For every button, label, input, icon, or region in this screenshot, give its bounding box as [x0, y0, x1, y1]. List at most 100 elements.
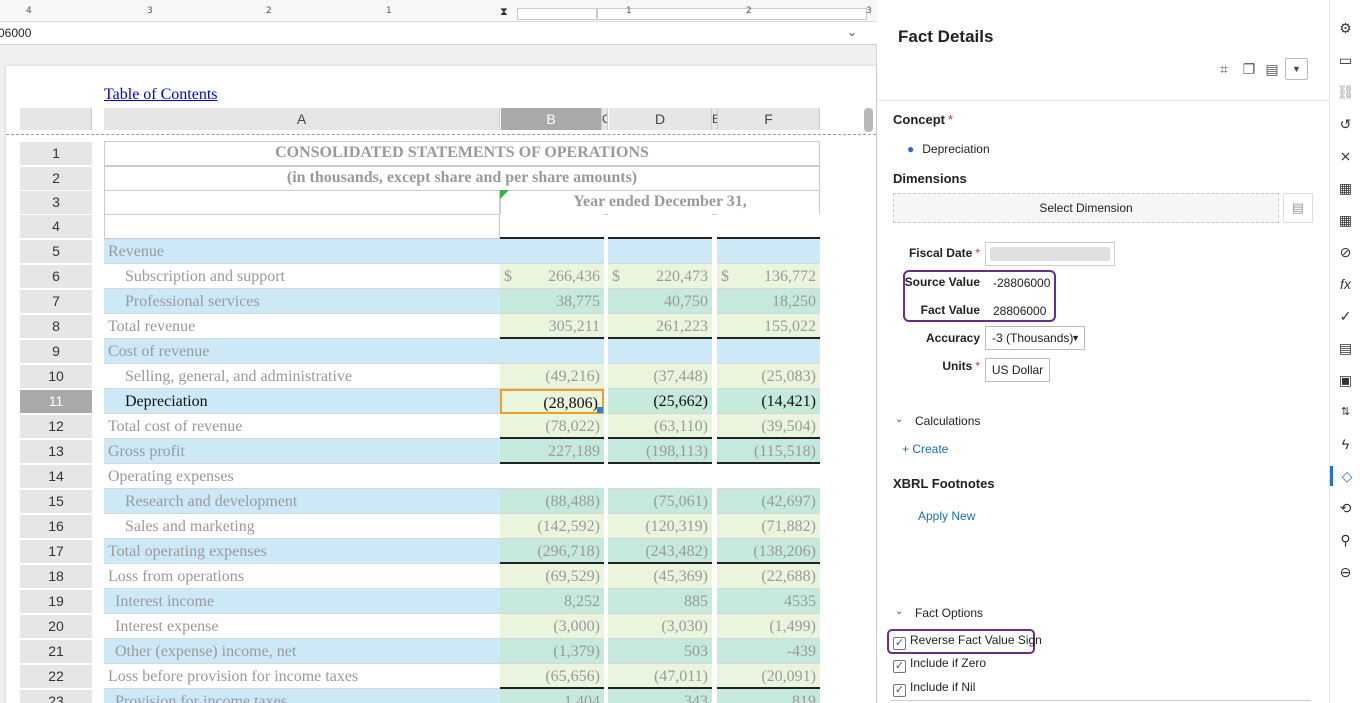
row-label[interactable]: Interest income — [104, 589, 500, 614]
row-label[interactable]: Depreciation — [104, 389, 500, 414]
cell-f[interactable]: 4535 — [717, 589, 820, 614]
more-options-button[interactable]: ▼ — [1285, 58, 1308, 80]
check-circle-icon[interactable]: ✓ — [1330, 306, 1360, 326]
checkbox-checked-icon[interactable]: ✓ — [893, 684, 906, 697]
concept-value[interactable]: ● Depreciation — [907, 142, 990, 156]
cell-d[interactable] — [608, 339, 712, 364]
row-header[interactable]: 18 — [20, 565, 92, 588]
cell-b[interactable]: (69,529) — [500, 564, 604, 589]
link-icon[interactable]: ⛓ — [1330, 82, 1360, 102]
cell-b[interactable] — [500, 339, 604, 364]
cell-f[interactable] — [717, 339, 820, 364]
lightning-icon[interactable]: ϟ — [1330, 434, 1360, 454]
row-label[interactable]: Total operating expenses — [104, 539, 500, 564]
cell-b[interactable]: (49,216) — [500, 364, 604, 389]
row-header[interactable]: 22 — [20, 665, 92, 688]
row-label[interactable]: Loss from operations — [104, 564, 500, 589]
cell-b[interactable]: (142,592) — [500, 514, 604, 539]
cell-b[interactable]: 8,252 — [500, 589, 604, 614]
cell-d[interactable]: 261,223 — [608, 314, 712, 339]
cell-d[interactable]: (25,662) — [608, 389, 712, 414]
cell-f[interactable]: (42,697) — [717, 489, 820, 514]
row4-b[interactable] — [500, 214, 604, 239]
row-header[interactable]: 10 — [20, 365, 92, 388]
cell-b[interactable] — [500, 239, 604, 264]
column-header-f[interactable]: F — [718, 108, 820, 130]
clipboard-icon[interactable]: ▤ — [1263, 60, 1281, 78]
row-label[interactable]: Operating expenses — [104, 464, 500, 489]
row-label[interactable]: Sales and marketing — [104, 514, 500, 539]
location-icon[interactable]: ⚲ — [1330, 530, 1360, 550]
cell-f[interactable]: (71,882) — [717, 514, 820, 539]
row-header[interactable]: 7 — [20, 290, 92, 313]
cell-d[interactable]: 503 — [608, 639, 712, 664]
chevron-down-icon[interactable]: ⌄ — [895, 414, 903, 425]
table-fx-icon[interactable]: ▦ — [1330, 178, 1360, 198]
row-label[interactable]: Total revenue — [104, 314, 500, 339]
accuracy-select[interactable]: -3 (Thousands) ▼ — [985, 326, 1085, 350]
row-header[interactable]: 14 — [20, 465, 92, 488]
scrollbar-thumb[interactable] — [864, 108, 873, 132]
cell-b[interactable] — [500, 464, 604, 489]
cell-b[interactable]: 227,189 — [500, 439, 604, 464]
cell-f[interactable]: 155,022 — [717, 314, 820, 339]
row-label[interactable]: Revenue — [104, 239, 500, 264]
row-label[interactable]: Research and development — [104, 489, 500, 514]
row-header[interactable]: 13 — [20, 440, 92, 463]
checkbox-checked-icon[interactable]: ✓ — [893, 660, 906, 673]
include-if-zero-option[interactable]: ✓ Include if Zero — [893, 656, 986, 674]
corner-header[interactable] — [20, 108, 92, 130]
row-header[interactable]: 20 — [20, 615, 92, 638]
row-label[interactable]: Gross profit — [104, 439, 500, 464]
row-label[interactable]: Total cost of revenue — [104, 414, 500, 439]
clipboard-icon[interactable]: ▤ — [1283, 193, 1313, 223]
table-of-contents-link[interactable]: Table of Contents — [104, 86, 218, 104]
row4-f[interactable] — [717, 214, 820, 239]
units-field[interactable]: US Dollar — [985, 358, 1050, 382]
layers-icon[interactable]: ▤ — [1330, 338, 1360, 358]
cell-b[interactable]: 1,404 — [500, 689, 604, 703]
column-header-a[interactable]: A — [104, 108, 500, 130]
cell-d[interactable]: (47,011) — [608, 664, 712, 689]
cell-d[interactable] — [608, 464, 712, 489]
row-label[interactable]: Interest expense — [104, 614, 500, 639]
copy-icon[interactable]: ❐ — [1240, 60, 1258, 78]
tag-add-icon[interactable]: ⌗ — [1215, 60, 1233, 78]
row-label[interactable]: Cost of revenue — [104, 339, 500, 364]
cell-d[interactable]: (63,110) — [608, 414, 712, 439]
row-header[interactable]: 21 — [20, 640, 92, 663]
cell-f[interactable] — [717, 464, 820, 489]
cell-f[interactable]: (138,206) — [717, 539, 820, 564]
select-dimension-button[interactable]: Select Dimension — [893, 193, 1279, 223]
row4-d[interactable] — [608, 214, 712, 239]
row-header[interactable]: 16 — [20, 515, 92, 538]
row-label[interactable]: Subscription and support — [104, 264, 500, 289]
function-icon[interactable]: fx — [1330, 274, 1360, 294]
fact-options-label[interactable]: Fact Options — [915, 606, 983, 620]
row-header[interactable]: 4 — [20, 215, 92, 238]
row-header[interactable]: 1 — [20, 142, 92, 165]
chevron-down-icon[interactable]: ⌄ — [847, 25, 857, 39]
cell-b[interactable]: (78,022) — [500, 414, 604, 439]
row-header[interactable]: 6 — [20, 265, 92, 288]
gear-icon[interactable]: ⚙ — [1330, 18, 1360, 38]
cell-d[interactable]: 220,473 $ — [608, 264, 712, 289]
table-icon[interactable]: ▦ — [1330, 210, 1360, 230]
row-header[interactable]: 19 — [20, 590, 92, 613]
cell-b[interactable]: 305,211 — [500, 314, 604, 339]
translate-icon[interactable]: ⇅ — [1330, 402, 1360, 422]
cell-b[interactable]: 38,775 — [500, 289, 604, 314]
cell-d[interactable]: (198,113) — [608, 439, 712, 464]
strikethrough-icon[interactable]: ⊖ — [1330, 562, 1360, 582]
row-label[interactable]: Selling, general, and administrative — [104, 364, 500, 389]
reverse-fact-value-sign-option[interactable]: ✓ Reverse Fact Value Sign — [893, 633, 1042, 651]
cell-b[interactable]: (65,656) — [500, 664, 604, 689]
row-header[interactable]: 17 — [20, 540, 92, 563]
cell-b[interactable]: (88,488) — [500, 489, 604, 514]
cell-d[interactable]: (120,319) — [608, 514, 712, 539]
cell-d[interactable]: 40,750 — [608, 289, 712, 314]
cell-f[interactable]: (22,688) — [717, 564, 820, 589]
formula-value[interactable]: 06000 — [0, 26, 31, 40]
apply-new-link[interactable]: Apply New — [918, 509, 975, 523]
cell-f[interactable]: (14,421) — [717, 389, 820, 414]
